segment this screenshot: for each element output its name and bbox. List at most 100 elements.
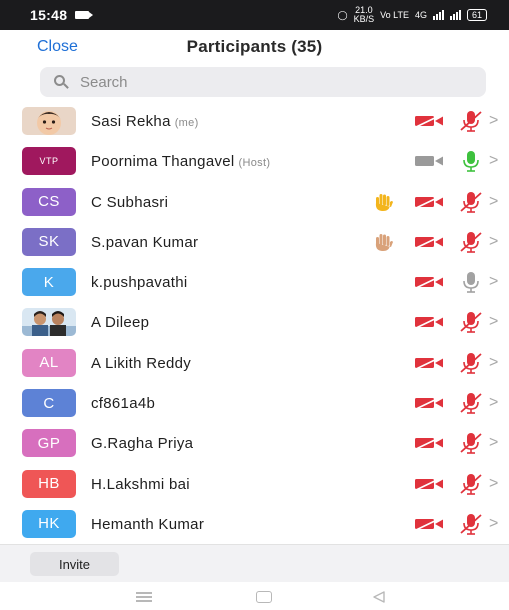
mic-muted-icon — [458, 472, 484, 496]
participant-row[interactable]: GP G.Ragha Priya > — [0, 423, 509, 463]
participant-name: C Subhasri — [91, 194, 168, 211]
chevron-right-icon[interactable]: > — [489, 193, 498, 211]
video-off-icon — [414, 517, 444, 531]
search-bar[interactable] — [40, 67, 486, 97]
mic-muted-icon — [458, 431, 484, 455]
video-on-icon — [414, 154, 444, 168]
avatar: HB — [22, 469, 76, 498]
participant-name-text: Hemanth Kumar — [91, 515, 205, 533]
participant-name-text: G.Ragha Priya — [91, 435, 194, 453]
avatar — [22, 308, 76, 337]
recent-apps-icon[interactable] — [136, 592, 152, 602]
participant-row[interactable]: SK S.pavan Kumar > — [0, 222, 509, 262]
battery-icon: 61 — [466, 9, 487, 21]
network-type: 4G — [414, 10, 427, 20]
signal-icon — [432, 10, 444, 20]
video-off-icon — [414, 194, 444, 209]
back-icon[interactable] — [372, 591, 386, 603]
video-off-icon — [414, 275, 444, 289]
bottom-toolbar: Invite — [0, 544, 509, 582]
video-off-icon — [414, 476, 444, 491]
chevron-right-icon[interactable]: > — [489, 434, 498, 452]
participant-row[interactable]: HB H.Lakshmi bai > — [0, 464, 509, 504]
volte-label: Vo LTE — [380, 10, 409, 20]
mic-muted-icon — [458, 230, 484, 254]
chevron-right-icon[interactable]: > — [489, 354, 498, 372]
status-indicators: ◯ 21.0 KB/S Vo LTE 4G 61 — [338, 6, 487, 24]
mic-muted-icon — [458, 310, 484, 334]
invite-button[interactable]: Invite — [30, 552, 119, 576]
net-speed: 21.0 KB/S — [354, 6, 375, 24]
search-icon — [54, 75, 69, 89]
avatar: C — [22, 389, 76, 418]
mic-muted-icon — [458, 351, 484, 375]
chevron-right-icon[interactable]: > — [489, 273, 498, 291]
avatar: HK — [22, 509, 76, 538]
video-off-icon — [414, 436, 444, 451]
raised-hand-icon — [372, 231, 394, 253]
avatar: AL — [22, 348, 76, 377]
video-off-icon — [414, 114, 444, 128]
system-nav-bar — [0, 582, 509, 610]
chevron-right-icon[interactable]: > — [489, 475, 498, 493]
mic-icon — [458, 270, 484, 294]
avatar: SK — [22, 227, 76, 256]
chevron-right-icon[interactable]: > — [489, 515, 498, 533]
chevron-right-icon[interactable]: > — [489, 112, 498, 130]
page-title: Participants (35) — [186, 37, 323, 56]
participant-row[interactable]: A Dileep > — [0, 302, 509, 342]
participant-name: cf861a4b — [91, 395, 155, 412]
net-speed-unit: KB/S — [353, 14, 375, 24]
video-off-icon — [414, 315, 444, 330]
search-input[interactable] — [80, 73, 460, 91]
participant-row[interactable]: AL A Likith Reddy > — [0, 343, 509, 383]
participant-name: Hemanth Kumar — [91, 516, 204, 533]
close-button[interactable]: Close — [37, 38, 78, 56]
video-off-icon — [414, 235, 444, 249]
avatar: CS — [22, 187, 76, 216]
headset-icon: ◯ — [337, 9, 348, 20]
participant-name-text: cf861a4b — [91, 395, 156, 413]
participant-name-text: k.pushpavathi — [91, 274, 188, 292]
participant-name-text: C Subhasri — [91, 193, 169, 211]
participant-name: H.Lakshmi bai — [91, 476, 190, 493]
participant-name: A Likith Reddy — [91, 355, 191, 372]
mic-muted-icon — [458, 391, 484, 415]
participant-row[interactable]: VTP Poornima Thangavel (Host) > — [0, 141, 509, 181]
participant-name: G.Ragha Priya — [91, 435, 193, 452]
participant-row[interactable]: Kk.pushpavathi > — [0, 262, 509, 302]
mic-muted-icon — [458, 512, 484, 536]
chevron-right-icon[interactable]: > — [489, 313, 498, 331]
avatar: VTP — [22, 147, 76, 176]
home-icon[interactable] — [256, 591, 272, 603]
participant-name-text: Sasi Rekha — [91, 113, 171, 130]
participant-row[interactable]: HK Hemanth Kumar > — [0, 504, 509, 544]
avatar: K — [22, 268, 76, 297]
participant-role-tag: (me) — [174, 117, 199, 129]
mic-icon — [458, 149, 484, 173]
chevron-right-icon[interactable]: > — [489, 394, 498, 412]
status-bar: 15:48 ◯ 21.0 KB/S Vo LTE 4G 61 — [0, 0, 509, 30]
participant-row[interactable]: Sasi Rekha (me) > — [0, 101, 509, 141]
participant-name-text: A Likith Reddy — [91, 354, 192, 372]
participant-name-text: A Dileep — [91, 314, 150, 332]
chevron-right-icon[interactable]: > — [489, 152, 498, 170]
participant-name-text: S.pavan Kumar — [91, 233, 199, 251]
participants-header: Close Participants (35) — [0, 30, 509, 64]
mic-muted-icon — [458, 109, 484, 133]
participant-name-text: Poornima Thangavel — [91, 153, 235, 171]
chevron-right-icon[interactable]: > — [489, 233, 498, 251]
participant-name-text: H.Lakshmi bai — [91, 475, 190, 493]
video-off-icon — [414, 396, 444, 410]
participant-name: A Dileep — [91, 314, 149, 331]
camera-notification-icon — [75, 11, 94, 19]
participant-row[interactable]: CS C Subhasri > — [0, 182, 509, 222]
participant-row[interactable]: Ccf861a4b > — [0, 383, 509, 423]
status-time: 15:48 — [30, 7, 68, 23]
participant-role-tag: (Host) — [238, 157, 271, 170]
avatar — [22, 107, 76, 135]
video-off-icon — [414, 356, 444, 370]
participant-list: Sasi Rekha (me) > VTP Poornima Thangavel (Hos… — [0, 101, 509, 544]
signal-icon-2 — [449, 10, 461, 20]
mic-muted-icon — [458, 190, 484, 214]
